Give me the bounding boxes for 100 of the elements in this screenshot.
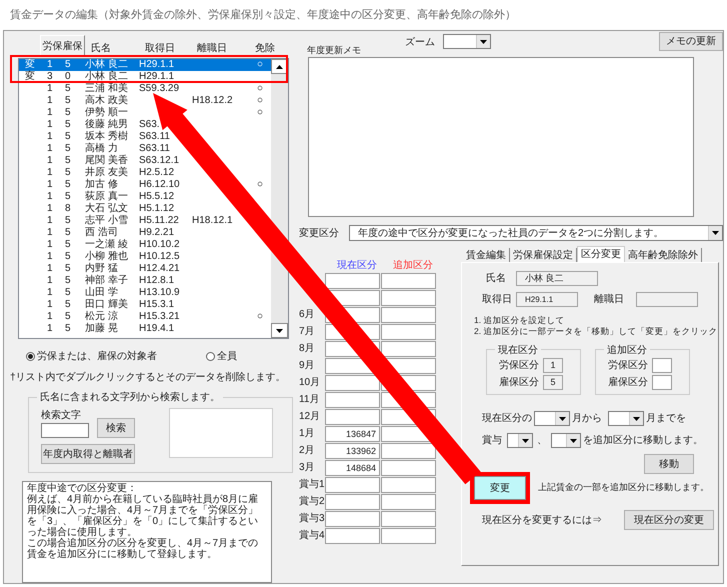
amount-field[interactable] — [325, 374, 380, 390]
list-cell-text: 5 — [64, 143, 72, 155]
list-cell-text: 5 — [64, 311, 72, 323]
list-row[interactable]: 1 5 荻原 真一 H5.5.12 — [19, 191, 271, 203]
dropdown-field[interactable] — [534, 411, 570, 426]
caret-icon — [570, 438, 577, 442]
list-row[interactable]: 1 5 高橋 力 S63.11 — [19, 143, 271, 155]
list-cell-text: H15.3.1 — [139, 299, 176, 311]
dropdown-field[interactable] — [507, 433, 533, 448]
change-button[interactable]: 変更 — [474, 476, 526, 500]
list-row[interactable]: 1 5 松元 涼 H15.3.21 ○ — [19, 311, 271, 323]
window-title: 賃金データの編集（対象外賃金の除外、労保雇保別々設定、年度途中の区分変更、高年齢免除の除外） — [9, 8, 517, 23]
button[interactable]: 検索 — [97, 418, 135, 438]
list-cell-text: 5 — [64, 287, 72, 299]
amount-field[interactable] — [325, 510, 380, 526]
list-row[interactable]: 1 5 加藤 晃 H19.4.1 — [19, 323, 271, 335]
list-cell-text: 1 — [46, 311, 54, 323]
amount-field[interactable] — [325, 408, 380, 424]
list-row[interactable]: 1 5 神部 幸子 H12.8.1 — [19, 275, 271, 287]
amount-field[interactable]: 136847 — [325, 426, 380, 442]
button[interactable]: 年度内取得と離職者 — [41, 444, 135, 464]
list-row[interactable]: 1 5 後藤 純男 S63. — [19, 119, 271, 131]
amount-field[interactable] — [381, 272, 436, 288]
list-cell-text: 1 — [46, 227, 54, 239]
list-cell-text: H5.11.22 — [139, 215, 180, 227]
list-cell-text: 後藤 純男 — [85, 119, 129, 130]
list-cell-text: 1 — [46, 287, 54, 299]
list-cell-text: S63.12.1 — [139, 155, 180, 167]
list-row[interactable]: 1 5 三浦 和美 S59.3.29 ○ — [19, 83, 271, 95]
amount-field[interactable] — [381, 442, 436, 458]
column-header: 現在区分 — [336, 259, 378, 272]
list-row[interactable]: 1 5 加古 修 H6.12.10 ○ — [19, 179, 271, 191]
amount-field[interactable] — [381, 476, 436, 492]
list-row[interactable]: 1 8 大石 弘文 H5.1.12 — [19, 203, 271, 215]
amount-field[interactable]: 133962 — [325, 442, 380, 458]
list-cell-text: 1 — [46, 299, 54, 311]
list-row[interactable]: 1 5 小柳 雅也 H10.12.5 — [19, 251, 271, 263]
list-cell-text: 5 — [64, 95, 72, 107]
search-field[interactable] — [41, 423, 89, 438]
amount-field[interactable] — [325, 392, 380, 408]
list-cell-text: 高橋 力 — [85, 143, 119, 154]
list-cell-text: 5 — [64, 59, 72, 71]
list-row[interactable]: 1 5 伊勢 順一 ○ — [19, 107, 271, 119]
field-label: 変更区分 — [299, 226, 340, 240]
list-cell-text: H13.10.9 — [139, 287, 181, 299]
list-cell-text: 1 — [46, 155, 54, 167]
list-row[interactable]: 1 5 坂本 秀樹 S63.11 — [19, 131, 271, 143]
column-header: 取得日 — [145, 42, 176, 56]
list-cell-text: H19.4.1 — [139, 323, 176, 335]
amount-field[interactable] — [381, 528, 436, 544]
radio-button[interactable] — [206, 352, 215, 361]
amount-field[interactable] — [381, 510, 436, 526]
list-cell-text: 5 — [64, 119, 72, 131]
amount-field[interactable] — [381, 290, 436, 306]
list-cell-text: H6.12.10 — [139, 179, 181, 191]
list-row[interactable]: 1 5 尾関 美香 S63.12.1 — [19, 155, 271, 167]
button[interactable]: 現在区分の変更 — [624, 510, 714, 530]
text-field[interactable] — [652, 375, 672, 390]
list-cell-text: 1 — [46, 167, 54, 179]
list-cell-text: 1 — [46, 191, 54, 203]
amount-field[interactable] — [381, 340, 436, 356]
list-cell-text: 1 — [46, 107, 54, 119]
list-cell-text: 5 — [64, 263, 72, 275]
description-text: 上記賃金の一部を追加区分に移動します。 — [538, 481, 709, 494]
list-cell-text: 1 — [46, 263, 54, 275]
text-field[interactable] — [652, 358, 672, 373]
dropdown-field[interactable] — [551, 433, 581, 448]
amount-field[interactable] — [325, 528, 380, 544]
dropdown-field[interactable] — [608, 411, 644, 426]
amount-field[interactable] — [381, 324, 436, 340]
amount-field[interactable] — [325, 272, 380, 288]
amount-field[interactable] — [325, 476, 380, 492]
list-cell-text: ○ — [256, 107, 264, 119]
list-cell-text: 高木 政美 — [85, 95, 129, 106]
list-row[interactable]: 1 5 内野 猛 H12.4.21 — [19, 263, 271, 275]
sort-button[interactable]: 労保雇保 — [40, 35, 85, 57]
tab[interactable]: 区分変更 — [577, 246, 625, 262]
list-row[interactable]: 変 3 0 小林 良二 H29.1.1 — [19, 71, 271, 83]
amount-field[interactable]: 148684 — [325, 460, 380, 476]
list-row[interactable]: 1 5 山田 学 H13.10.9 — [19, 287, 271, 299]
radio-button[interactable] — [26, 352, 35, 361]
list-cell-text: 加藤 晃 — [85, 323, 119, 335]
amount-field[interactable] — [381, 494, 436, 510]
list-row[interactable]: 1 5 田口 輝美 H15.3.1 — [19, 299, 271, 311]
list-cell-text: 3 — [46, 71, 54, 83]
list-cell-text: 松元 涼 — [85, 311, 119, 322]
amount-field[interactable] — [381, 460, 436, 476]
button[interactable]: メモの更新 — [659, 32, 723, 51]
column-header: 離職日 — [197, 42, 228, 56]
list-cell-text: 5 — [64, 131, 72, 143]
list-cell-text: S63. — [139, 119, 161, 131]
dropdown-field[interactable] — [443, 34, 491, 49]
list-cell-text: 内野 猛 — [85, 263, 119, 274]
dropdown-field[interactable]: 年度の途中で区分が変更になった社員のデータを2つに分割します。 — [349, 225, 723, 241]
list-row[interactable]: 1 5 高木 政美 H18.12.2 ○ — [19, 95, 271, 107]
column-header: 氏名 — [91, 42, 112, 56]
button[interactable]: 移動 — [644, 454, 694, 474]
amount-field[interactable] — [325, 494, 380, 510]
amount-field[interactable] — [381, 306, 436, 322]
list-row[interactable]: 1 5 井原 友美 H2.5.12 — [19, 167, 271, 179]
